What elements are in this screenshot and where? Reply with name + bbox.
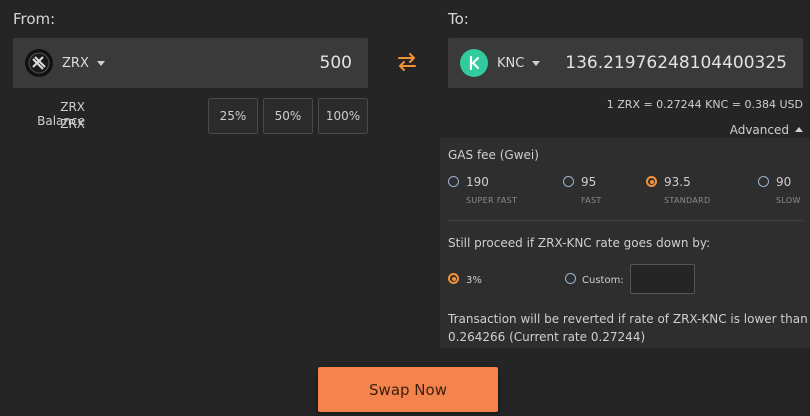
gas-radio-fast[interactable] (563, 176, 574, 187)
gas-radio-standard[interactable] (646, 176, 657, 187)
gas-radio-slow[interactable] (758, 176, 769, 187)
to-label: To: (448, 10, 469, 28)
gas-title: GAS fee (Gwei) (448, 148, 539, 162)
from-amount-input[interactable]: 500 (320, 53, 352, 73)
from-label: From: (13, 10, 56, 28)
revert-note-line2: 0.264266 (Current rate 0.27244) (448, 330, 646, 344)
percent-25-button[interactable]: 25% (208, 98, 258, 134)
rate-text: 1 ZRX = 0.27244 KNC = 0.384 USD (606, 98, 803, 111)
swap-now-button[interactable]: Swap Now (318, 367, 498, 412)
from-token-box[interactable]: ZRX 500 (13, 38, 368, 88)
gas-label-standard: STANDARD (664, 196, 711, 205)
slippage-title: Still proceed if ZRX-KNC rate goes down … (448, 236, 711, 250)
percent-100-button[interactable]: 100% (318, 98, 368, 134)
from-token-symbol[interactable]: ZRX (62, 56, 89, 71)
gas-label-fast: FAST (581, 196, 602, 205)
percent-50-button[interactable]: 50% (263, 98, 313, 134)
chevron-up-icon[interactable] (795, 127, 803, 132)
gas-value-standard: 93.5 (664, 175, 691, 189)
slippage-radio-custom[interactable] (565, 273, 576, 284)
swap-arrows-icon[interactable] (395, 50, 419, 74)
chevron-down-icon[interactable] (532, 60, 541, 66)
gas-value-fast: 95 (581, 175, 597, 189)
slippage-label-3: 3% (466, 275, 482, 286)
slippage-label-custom: Custom: (582, 275, 624, 286)
to-token-symbol[interactable]: KNC (497, 56, 524, 71)
revert-note-line1: Transaction will be reverted if rate of … (448, 312, 808, 326)
gas-value-super-fast: 190 (466, 175, 489, 189)
panel-divider (448, 220, 803, 221)
gas-label-super-fast: SUPER FAST (466, 196, 518, 205)
advanced-toggle[interactable]: Advanced (600, 123, 803, 137)
slippage-custom-input[interactable] (630, 264, 695, 294)
gas-label-slow: SLOW (776, 196, 801, 205)
knc-token-icon (460, 49, 488, 77)
to-token-box[interactable]: KNC 136.21976248104400325 (448, 38, 803, 88)
zrx-token-icon (25, 49, 53, 77)
chevron-down-icon[interactable] (96, 60, 105, 66)
balance-unit: ZRX (60, 117, 85, 131)
slippage-radio-3[interactable] (448, 273, 459, 284)
gas-radio-super-fast[interactable] (448, 176, 459, 187)
gas-value-slow: 90 (776, 175, 792, 189)
to-amount-value: 136.21976248104400325 (565, 53, 787, 73)
advanced-label[interactable]: Advanced (730, 123, 789, 137)
